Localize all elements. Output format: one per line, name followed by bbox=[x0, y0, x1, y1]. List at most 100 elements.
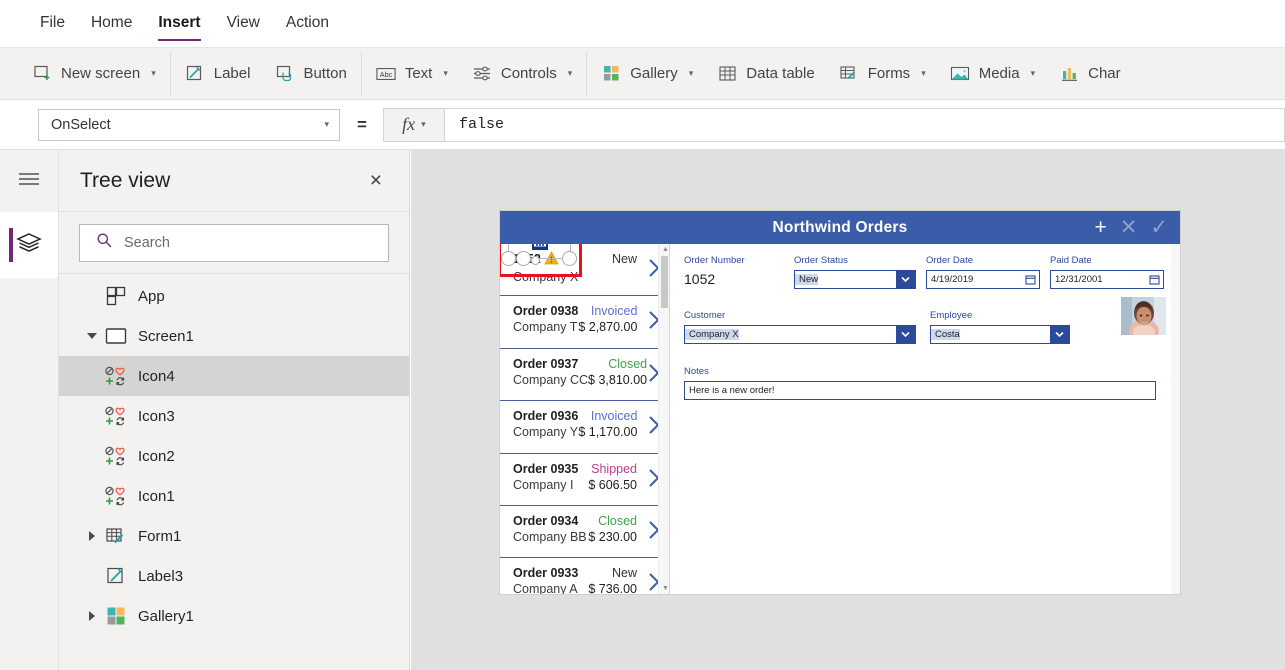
tree-node-label: Icon2 bbox=[138, 447, 175, 465]
twisty-expanded-icon[interactable] bbox=[81, 333, 103, 339]
menu-item-file[interactable]: File bbox=[27, 0, 78, 44]
tree-node-app[interactable]: App bbox=[59, 276, 409, 316]
charts-bar-icon bbox=[1059, 64, 1079, 84]
gallery-row[interactable]: 1052 Company X New bbox=[500, 244, 669, 297]
menu-item-home[interactable]: Home bbox=[78, 0, 145, 44]
calendar-icon[interactable] bbox=[1021, 271, 1039, 288]
menu-item-action[interactable]: Action bbox=[273, 0, 342, 44]
app-preview-screen[interactable]: Northwind Orders + ✕ ✓ 1052 bbox=[500, 211, 1180, 594]
notes-input[interactable]: Here is a new order! bbox=[684, 381, 1156, 400]
order-status-dropdown[interactable]: New bbox=[794, 270, 916, 289]
gallery-row[interactable]: Order 0936 Company Y Invoiced $ 1,170.00 bbox=[500, 401, 669, 454]
tree-node-label: App bbox=[138, 287, 165, 305]
gallery-scroll-thumb[interactable] bbox=[661, 256, 668, 308]
cancel-icon[interactable]: ✕ bbox=[1120, 217, 1138, 238]
chevron-down-icon[interactable] bbox=[1050, 326, 1069, 343]
gallery-row-amount: $ 3,810.00 bbox=[588, 372, 648, 387]
field-employee[interactable]: Employee Costa bbox=[930, 310, 1070, 344]
order-date-picker[interactable]: 4/19/2019 bbox=[926, 270, 1040, 289]
tree-node-label3[interactable]: Label3 bbox=[59, 556, 409, 596]
ribbon-button-button[interactable]: Button bbox=[262, 54, 358, 94]
chevron-down-icon: ▾ bbox=[1030, 68, 1036, 78]
gallery-row-order: Order 0937 bbox=[513, 356, 579, 371]
tree-node-icon3[interactable]: Icon3 bbox=[59, 396, 409, 436]
gallery-row[interactable]: Order 0935 Company I Shipped $ 606.50 bbox=[500, 454, 669, 506]
formula-input[interactable]: false bbox=[444, 107, 1285, 142]
employee-dropdown[interactable]: Costa bbox=[930, 325, 1070, 344]
field-order-status[interactable]: Order Status New bbox=[794, 255, 916, 289]
twisty-collapsed-icon[interactable] bbox=[81, 531, 103, 541]
trash-icon[interactable] bbox=[527, 244, 553, 259]
label-icon bbox=[103, 566, 129, 586]
gallery-scrollbar[interactable]: ▲ ▼ bbox=[658, 244, 669, 594]
twisty-collapsed-icon[interactable] bbox=[81, 611, 103, 621]
ribbon-forms-button[interactable]: Forms ▾ bbox=[827, 54, 938, 94]
app-canvas[interactable]: Northwind Orders + ✕ ✓ 1052 bbox=[411, 150, 1285, 670]
fx-button[interactable]: fx ▾ bbox=[382, 107, 445, 142]
tree-node-icon4[interactable]: Icon4 bbox=[59, 356, 409, 396]
ribbon-media-button[interactable]: Media ▾ bbox=[938, 54, 1047, 94]
form-scrollbar[interactable] bbox=[1171, 244, 1180, 594]
field-notes[interactable]: Notes Here is a new order! bbox=[684, 366, 1156, 400]
tree-node-label: Icon3 bbox=[138, 407, 175, 425]
tree-node-icon2[interactable]: Icon2 bbox=[59, 436, 409, 476]
field-label: Customer bbox=[684, 310, 726, 321]
tree-node-label: Icon1 bbox=[138, 487, 175, 505]
form-row-2: Customer Company X Employee Costa bbox=[684, 310, 1164, 355]
menu-item-insert[interactable]: Insert bbox=[145, 0, 213, 44]
ribbon-charts-button[interactable]: Char bbox=[1047, 54, 1133, 94]
chevron-down-icon[interactable] bbox=[896, 271, 915, 288]
search-input[interactable]: Search bbox=[79, 223, 389, 262]
gallery-row-company: Company A bbox=[513, 582, 578, 594]
insert-ribbon: New screen ▾ Label Button Abc Text ▾ Con… bbox=[0, 48, 1285, 100]
ribbon-text-button[interactable]: Abc Text ▾ bbox=[364, 54, 460, 94]
chevron-down-icon: ▾ bbox=[421, 119, 426, 129]
media-image-icon bbox=[950, 64, 970, 84]
gallery-row[interactable]: Order 0938 Company T Invoiced $ 2,870.00 bbox=[500, 296, 669, 349]
field-paid-date[interactable]: Paid Date 12/31/2001 bbox=[1050, 255, 1164, 289]
field-label: Order Date bbox=[926, 255, 973, 266]
hamburger-menu-button[interactable] bbox=[0, 150, 58, 212]
resize-handle-e[interactable] bbox=[562, 251, 577, 266]
ribbon-data-table-button[interactable]: Data table bbox=[705, 54, 826, 94]
ribbon-new-screen-button[interactable]: New screen ▾ bbox=[20, 54, 168, 94]
ribbon-button-label: Button bbox=[303, 65, 347, 82]
order-edit-form[interactable]: Order Number 1052 Order Status New Order… bbox=[670, 244, 1180, 594]
menu-item-view[interactable]: View bbox=[214, 0, 273, 44]
field-order-date[interactable]: Order Date 4/19/2019 bbox=[926, 255, 1040, 289]
add-icon[interactable]: + bbox=[1095, 217, 1107, 238]
gallery-row[interactable]: Order 0937 Company CC Closed $ 3,810.00 bbox=[500, 349, 669, 402]
confirm-icon[interactable]: ✓ bbox=[1150, 217, 1168, 238]
ribbon-gallery-button[interactable]: Gallery ▾ bbox=[589, 54, 705, 94]
paid-date-picker[interactable]: 12/31/2001 bbox=[1050, 270, 1164, 289]
orders-gallery[interactable]: 1052 Company X New bbox=[500, 244, 670, 594]
gallery-row-right: Closed $ 3,810.00 bbox=[588, 356, 647, 388]
scroll-down-icon[interactable]: ▼ bbox=[662, 585, 669, 592]
menu-bar: File Home Insert View Action bbox=[0, 0, 1285, 48]
resize-handle-w[interactable] bbox=[501, 251, 516, 266]
rail-tree-view-button[interactable] bbox=[0, 212, 58, 278]
property-dropdown[interactable]: OnSelect ▾ bbox=[38, 108, 340, 141]
ribbon-controls-button[interactable]: Controls ▾ bbox=[460, 54, 584, 94]
gallery-row[interactable]: Order 0933 Company A New $ 736.00 bbox=[500, 558, 669, 594]
field-customer[interactable]: Customer Company X bbox=[684, 310, 916, 344]
hamburger-icon bbox=[18, 171, 40, 192]
formula-bar: OnSelect ▾ = fx ▾ false bbox=[0, 100, 1285, 150]
search-placeholder: Search bbox=[124, 234, 170, 251]
ribbon-label-button[interactable]: Label bbox=[173, 54, 263, 94]
gallery-row-amount: $ 736.00 bbox=[588, 582, 637, 594]
gallery-row[interactable]: Order 0934 Company BB Closed $ 230.00 bbox=[500, 506, 669, 559]
calendar-icon[interactable] bbox=[1145, 271, 1163, 288]
tree-node-form1[interactable]: Form1 bbox=[59, 516, 409, 556]
tree-node-icon1[interactable]: Icon1 bbox=[59, 476, 409, 516]
tree-node-gallery1[interactable]: Gallery1 bbox=[59, 596, 409, 636]
customer-dropdown[interactable]: Company X bbox=[684, 325, 916, 344]
close-icon[interactable]: × bbox=[364, 166, 388, 195]
field-label: Order Status bbox=[794, 255, 848, 266]
chevron-down-icon[interactable] bbox=[896, 326, 915, 343]
scroll-up-icon[interactable]: ▲ bbox=[662, 246, 669, 253]
gallery-row-order: Order 0936 bbox=[513, 409, 579, 424]
employee-avatar bbox=[1121, 297, 1166, 335]
tree-node-screen1[interactable]: Screen1 bbox=[59, 316, 409, 356]
property-dropdown-value: OnSelect bbox=[51, 116, 111, 133]
